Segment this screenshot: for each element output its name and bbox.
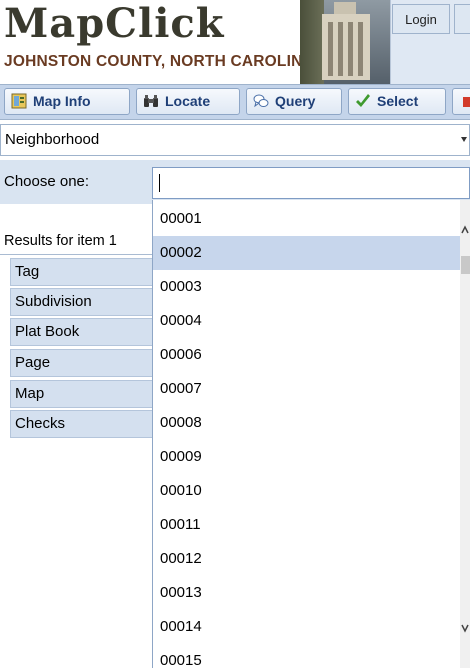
speech-bubbles-icon: [253, 94, 269, 108]
dropdown-list[interactable]: 00001 00002 00003 00004 00006 00007 0000…: [152, 200, 462, 668]
option-label: 00015: [160, 652, 202, 668]
search-type-select[interactable]: Neighborhood: [0, 124, 470, 156]
tab-map-info[interactable]: Map Info: [4, 88, 130, 115]
tab-label: Query: [275, 93, 316, 109]
dropdown-option-selected[interactable]: 00002: [153, 236, 461, 270]
tab-label: Select: [377, 93, 419, 109]
dropdown-option[interactable]: 00009: [153, 440, 461, 474]
option-label: 00008: [160, 414, 202, 431]
scroll-down-icon[interactable]: [460, 622, 470, 634]
dropdown-option[interactable]: 00015: [153, 644, 461, 668]
field-label: Page: [15, 354, 51, 371]
results-header: Results for item 1: [0, 228, 160, 255]
field-label: Subdivision: [15, 293, 92, 310]
option-label: 00012: [160, 550, 202, 567]
dropdown-option[interactable]: 00004: [153, 304, 461, 338]
red-tool-icon: [463, 97, 470, 107]
field-row-subdivision: Subdivision: [10, 288, 160, 316]
field-row-checks: Checks: [10, 410, 160, 438]
field-label: Checks: [15, 415, 66, 432]
dropdown-option[interactable]: 00001: [153, 202, 461, 236]
results-title: Results for item 1: [4, 233, 117, 249]
chevron-down-icon[interactable]: [459, 125, 469, 155]
app-logo-subtitle: JOHNSTON COUNTY, NORTH CAROLINA: [4, 53, 314, 70]
tab-label: Locate: [165, 93, 211, 109]
choose-input[interactable]: [152, 167, 470, 199]
text-caret: [159, 174, 160, 192]
field-row-page: Page: [10, 349, 160, 377]
tab-label: Map Info: [33, 93, 91, 109]
dropdown-option[interactable]: 00013: [153, 576, 461, 610]
checkmark-icon: [356, 94, 370, 107]
option-label: 00010: [160, 482, 202, 499]
dropdown-option[interactable]: 00008: [153, 406, 461, 440]
dropdown-scrollbar[interactable]: [460, 200, 470, 668]
binoculars-icon: [144, 95, 158, 107]
field-row-map: Map: [10, 380, 160, 408]
option-label: 00002: [160, 244, 202, 261]
tab-query[interactable]: Query: [246, 88, 342, 115]
scroll-thumb[interactable]: [461, 256, 470, 274]
dropdown-option[interactable]: 00007: [153, 372, 461, 406]
tab-locate[interactable]: Locate: [136, 88, 240, 115]
tab-more[interactable]: [452, 88, 470, 115]
map-info-icon: [11, 93, 27, 109]
tab-select[interactable]: Select: [348, 88, 446, 115]
choose-label: Choose one:: [4, 173, 90, 190]
dropdown-option[interactable]: 00006: [153, 338, 461, 372]
header-next-button[interactable]: [454, 4, 470, 34]
dropdown-option[interactable]: 00003: [153, 270, 461, 304]
search-type-value: Neighborhood: [5, 131, 100, 148]
field-label: Tag: [15, 263, 40, 280]
option-label: 00004: [160, 312, 202, 329]
option-label: 00014: [160, 618, 202, 635]
dropdown-option[interactable]: 00010: [153, 474, 461, 508]
dropdown-option[interactable]: 00011: [153, 508, 461, 542]
option-label: 00007: [160, 380, 202, 397]
dropdown-option[interactable]: 00014: [153, 610, 461, 644]
dropdown-option[interactable]: 00012: [153, 542, 461, 576]
scroll-up-icon[interactable]: [460, 224, 470, 236]
option-label: 00011: [160, 516, 201, 533]
field-label: Plat Book: [15, 323, 80, 340]
courthouse-image: [300, 0, 390, 84]
option-label: 00013: [160, 584, 202, 601]
toolbar: Map Info Locate Query Select: [0, 84, 470, 120]
option-label: 00001: [160, 210, 202, 227]
app-logo-title: MapClick: [4, 0, 225, 47]
option-label: 00006: [160, 346, 202, 363]
app-header: MapClick JOHNSTON COUNTY, NORTH CAROLINA…: [0, 0, 470, 84]
option-label: 00009: [160, 448, 202, 465]
field-label: Map: [15, 385, 45, 402]
option-label: 00003: [160, 278, 202, 295]
field-row-plat-book: Plat Book: [10, 318, 160, 346]
field-row-tag: Tag: [10, 258, 160, 286]
login-button[interactable]: Login: [392, 4, 450, 34]
